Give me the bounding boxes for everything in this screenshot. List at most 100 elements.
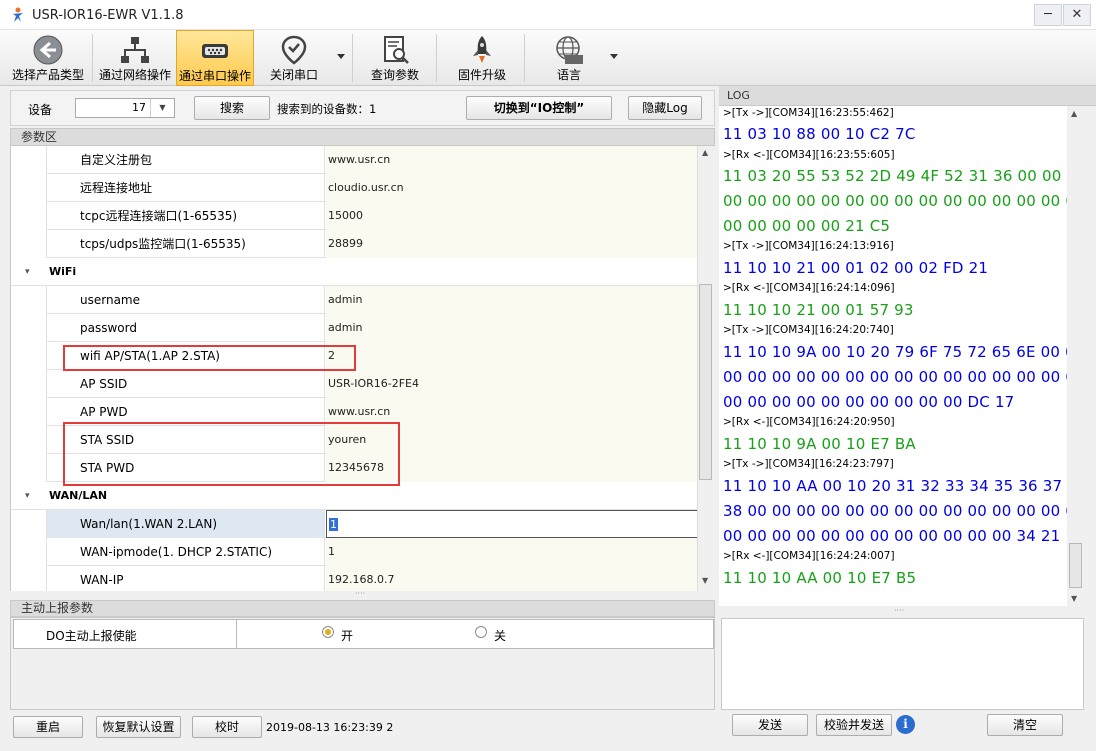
param-row[interactable]: username admin (11, 286, 697, 314)
log-line: 00 00 00 00 00 00 00 00 00 00 00 00 00 0… (723, 368, 1067, 386)
serial-operate-button[interactable]: 通过串口操作 (176, 30, 254, 86)
param-value-editor[interactable]: 1 (326, 510, 697, 538)
param-key: Wan/lan(1.WAN 2.LAN) (46, 510, 325, 538)
log-line: >[Tx ->][COM34][16:24:13:916] (723, 240, 894, 252)
clear-button[interactable]: 清空 (987, 714, 1063, 736)
query-params-button[interactable]: 查询参数 (360, 30, 430, 86)
back-arrow-icon (33, 35, 63, 65)
radio-on-label[interactable]: 开 (341, 627, 353, 644)
param-key: password (46, 314, 325, 342)
param-value[interactable]: cloudio.usr.cn (326, 174, 697, 202)
scroll-down-icon[interactable]: ▼ (1071, 594, 1077, 603)
param-value[interactable]: 2 (326, 342, 697, 370)
radio-off[interactable] (475, 626, 487, 638)
log-output[interactable]: >[Tx ->][COM34][16:23:55:462] 11 03 10 8… (719, 106, 1067, 606)
do-report-row: DO主动上报使能 开 关 (13, 619, 714, 649)
log-line: 00 00 00 00 00 00 00 00 00 00 00 00 00 0… (723, 192, 1067, 210)
selected-value-text: 1 (329, 518, 338, 531)
param-value[interactable]: admin (326, 314, 697, 342)
minimize-button[interactable]: ─ (1034, 4, 1062, 26)
rocket-icon (473, 36, 491, 63)
param-row[interactable]: 远程连接地址 cloudio.usr.cn (11, 174, 697, 202)
splitter-grip-icon[interactable]: ···· (355, 590, 371, 598)
restart-button[interactable]: 重启 (13, 716, 83, 738)
scroll-down-icon[interactable]: ▼ (702, 576, 708, 585)
param-row[interactable]: 自定义注册包 www.usr.cn (11, 146, 697, 174)
param-row-selected[interactable]: Wan/lan(1.WAN 2.LAN) 1 (11, 510, 697, 538)
chevron-down-icon[interactable]: ▼ (150, 99, 174, 117)
collapse-chevron-icon[interactable]: ▾ (25, 267, 30, 277)
sync-time-button[interactable]: 校时 (192, 716, 262, 738)
param-row[interactable]: WAN-ipmode(1. DHCP 2.STATIC) 1 (11, 538, 697, 566)
network-icon (121, 37, 149, 63)
device-select[interactable]: 17 ▼ (75, 98, 175, 118)
send-input[interactable] (721, 618, 1084, 710)
param-value[interactable]: admin (326, 286, 697, 314)
param-row[interactable]: WAN-IP 192.168.0.7 (11, 566, 697, 591)
param-key: username (46, 286, 325, 314)
param-key: AP SSID (46, 370, 325, 398)
param-row[interactable]: tcps/udps监控端口(1-65535) 28899 (11, 230, 697, 258)
select-product-button[interactable]: 选择产品类型 (8, 30, 88, 86)
firmware-upgrade-button[interactable]: 固件升级 (446, 30, 518, 86)
param-key: WAN-IP (46, 566, 325, 591)
log-line: 11 10 10 21 00 01 57 93 (723, 301, 914, 319)
switch-io-control-button[interactable]: 切换到“IO控制” (466, 96, 612, 120)
radio-off-indicator[interactable] (475, 626, 487, 638)
params-grid: 自定义注册包 www.usr.cn 远程连接地址 cloudio.usr.cn … (10, 146, 697, 591)
hide-log-button[interactable]: 隐藏Log (628, 96, 702, 120)
radio-on-indicator[interactable] (322, 626, 334, 638)
close-serial-button[interactable]: 关闭串口 (258, 30, 330, 86)
close-button[interactable]: ✕ (1063, 4, 1091, 26)
param-row[interactable]: AP SSID USR-IOR16-2FE4 (11, 370, 697, 398)
log-scrollbar[interactable]: ▲ ▼ (1067, 106, 1084, 606)
scroll-up-icon[interactable]: ▲ (1071, 109, 1077, 118)
datetime-text: 2019-08-13 16:23:39 2 (266, 721, 394, 734)
toolbar: 选择产品类型 通过网络操作 通过串口操作 关闭串口 查询参数 固件升级 语言 (0, 30, 1096, 86)
globe-abc-icon (556, 36, 583, 64)
param-key: tcpc远程连接端口(1-65535) (46, 202, 325, 230)
app-logo-icon (13, 7, 23, 22)
param-key: WAN-ipmode(1. DHCP 2.STATIC) (46, 538, 325, 566)
restore-defaults-button[interactable]: 恢复默认设置 (96, 716, 181, 738)
scroll-up-icon[interactable]: ▲ (702, 148, 708, 157)
splitter-grip-icon[interactable]: ···· (894, 607, 910, 615)
category-row-wifi[interactable]: ▾ WiFi (11, 258, 697, 286)
network-operate-button[interactable]: 通过网络操作 (96, 30, 174, 86)
close-serial-dropdown-arrow-icon[interactable] (337, 54, 345, 59)
log-scroll-thumb[interactable] (1069, 543, 1082, 588)
param-value[interactable]: 28899 (326, 230, 697, 258)
radio-off-label[interactable]: 关 (494, 627, 506, 644)
param-value[interactable]: www.usr.cn (326, 146, 697, 174)
info-icon[interactable]: i (896, 715, 915, 734)
param-row[interactable]: password admin (11, 314, 697, 342)
param-row[interactable]: tcpc远程连接端口(1-65535) 15000 (11, 202, 697, 230)
found-devices-text: 搜索到的设备数：1 (277, 102, 377, 116)
param-key: 远程连接地址 (46, 174, 325, 202)
title-bar: USR-IOR16-EWR V1.1.8 ─ ✕ (0, 0, 1096, 30)
log-line: 00 00 00 00 00 00 00 00 00 00 DC 17 (723, 393, 1015, 411)
collapse-chevron-icon[interactable]: ▾ (25, 491, 30, 501)
category-row-wan-lan[interactable]: ▾ WAN/LAN (11, 482, 697, 510)
radio-on[interactable] (322, 626, 334, 638)
log-line: 11 10 10 AA 00 10 20 31 32 33 34 35 36 3… (723, 477, 1063, 495)
param-value[interactable]: 1 (326, 538, 697, 566)
log-line: >[Tx ->][COM34][16:23:55:462] (723, 107, 894, 119)
param-value[interactable]: 15000 (326, 202, 697, 230)
param-key: tcps/udps监控端口(1-65535) (46, 230, 325, 258)
language-button[interactable]: 语言 (534, 30, 604, 86)
language-dropdown-arrow-icon[interactable] (610, 54, 618, 59)
search-button[interactable]: 搜索 (194, 96, 270, 120)
param-value[interactable]: 192.168.0.7 (326, 566, 697, 591)
log-line: 11 03 20 55 53 52 2D 49 4F 52 31 36 00 0… (723, 167, 1067, 185)
log-line: >[Rx <-][COM34][16:24:14:096] (723, 282, 895, 294)
toolbar-separator (92, 34, 93, 82)
highlight-box (63, 345, 356, 371)
param-value[interactable]: USR-IOR16-2FE4 (326, 370, 697, 398)
verify-send-button[interactable]: 校验并发送 (816, 714, 892, 736)
params-scroll-thumb[interactable] (699, 284, 712, 480)
log-line: >[Rx <-][COM34][16:24:20:950] (723, 416, 895, 428)
log-line: >[Rx <-][COM34][16:23:55:605] (723, 149, 895, 161)
device-select-value: 17 (132, 101, 146, 114)
send-button[interactable]: 发送 (732, 714, 808, 736)
